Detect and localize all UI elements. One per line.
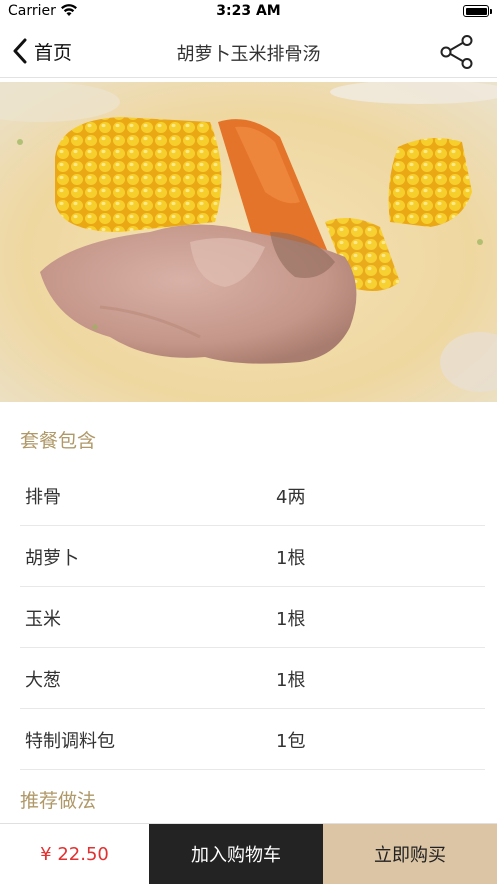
ingredient-name: 大葱 xyxy=(25,670,61,691)
battery-icon xyxy=(463,5,492,17)
ingredient-quantity: 1包 xyxy=(276,731,306,752)
buy-now-button[interactable]: 立即购买 xyxy=(323,824,497,884)
navigation-bar: 首页 胡萝卜玉米排骨汤 xyxy=(0,26,497,78)
ingredient-quantity: 4两 xyxy=(276,487,306,508)
section-title-recipe: 推荐做法 xyxy=(20,790,97,812)
add-to-cart-button[interactable]: 加入购物车 xyxy=(149,824,323,884)
share-icon[interactable] xyxy=(437,32,477,72)
ingredient-name: 特制调料包 xyxy=(25,731,115,752)
product-image xyxy=(0,82,497,402)
ingredient-quantity: 1根 xyxy=(276,670,306,691)
bottom-action-bar: ¥ 22.50 加入购物车 立即购买 xyxy=(0,823,497,884)
price-label: ¥ 22.50 xyxy=(0,824,149,884)
list-item: 排骨 4两 xyxy=(20,465,485,526)
status-time: 3:23 AM xyxy=(216,3,281,19)
ingredient-quantity: 1根 xyxy=(276,609,306,630)
list-item: 大葱 1根 xyxy=(20,648,485,709)
ingredient-list: 排骨 4两 胡萝卜 1根 玉米 1根 大葱 1根 特制调料包 1包 xyxy=(0,465,497,770)
ingredient-name: 排骨 xyxy=(25,487,61,508)
page-title: 胡萝卜玉米排骨汤 xyxy=(176,44,321,65)
list-item: 胡萝卜 1根 xyxy=(20,526,485,587)
status-bar: Carrier 3:23 AM xyxy=(0,0,497,26)
section-title-package: 套餐包含 xyxy=(20,430,97,452)
list-item: 特制调料包 1包 xyxy=(20,709,485,770)
ingredient-name: 玉米 xyxy=(25,609,61,630)
ingredient-name: 胡萝卜 xyxy=(25,548,79,569)
ingredient-quantity: 1根 xyxy=(276,548,306,569)
list-item: 玉米 1根 xyxy=(20,587,485,648)
